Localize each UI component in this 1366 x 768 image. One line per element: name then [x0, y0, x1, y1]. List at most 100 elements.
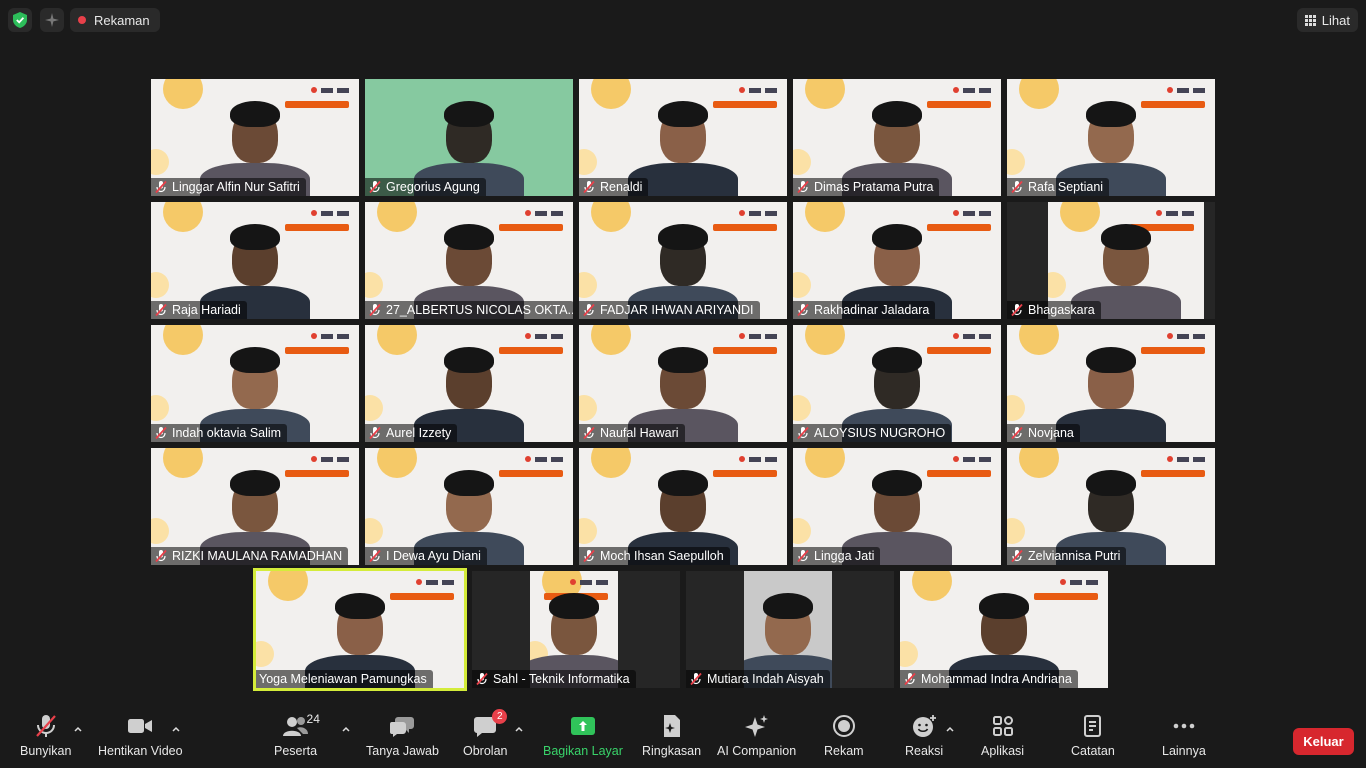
background-decoration	[1019, 79, 1059, 109]
ai-companion-button[interactable]: AI Companion	[717, 714, 796, 758]
virtual-background-banner	[713, 101, 777, 108]
mic-muted-icon	[583, 549, 595, 563]
summary-label: Ringkasan	[642, 744, 702, 758]
participant-video-tile[interactable]: Yoga Meleniawan Pamungkas	[253, 568, 467, 691]
virtual-background-logos	[1167, 333, 1205, 339]
participant-video-tile[interactable]: Indah oktavia Salim	[151, 325, 359, 442]
virtual-background-banner	[1141, 347, 1205, 354]
virtual-background-banner	[285, 101, 349, 108]
participant-name-tag: Rafa Septiani	[1007, 178, 1110, 196]
participant-hair	[872, 470, 922, 496]
apps-icon	[992, 716, 1013, 736]
virtual-background-banner	[1141, 101, 1205, 108]
background-decoration	[805, 325, 845, 355]
participant-video-tile[interactable]: Aurel Izzety	[365, 325, 573, 442]
chat-button[interactable]: 2 Obrolan	[463, 709, 507, 758]
reactions-label: Reaksi	[905, 744, 944, 758]
summary-button[interactable]: Ringkasan	[642, 714, 701, 758]
participant-name: Novjana	[1028, 426, 1074, 440]
chat-options-chevron-icon[interactable]	[514, 724, 524, 734]
notes-button[interactable]: Catatan	[1071, 714, 1115, 758]
share-screen-icon	[570, 717, 595, 735]
reactions-options-chevron-icon[interactable]	[945, 724, 955, 734]
mic-muted-icon	[476, 672, 488, 686]
share-screen-button[interactable]: Bagikan Layar	[543, 714, 623, 758]
background-decoration	[793, 518, 811, 544]
view-button[interactable]: Lihat	[1296, 8, 1358, 32]
virtual-background-logos	[739, 333, 777, 339]
stop-video-button[interactable]: Hentikan Video	[98, 714, 183, 758]
mic-muted-icon	[797, 303, 809, 317]
virtual-background-logos	[311, 210, 349, 216]
participant-video-tile[interactable]: RIZKI MAULANA RAMADHAN	[151, 448, 359, 565]
virtual-background-logos	[311, 87, 349, 93]
participant-name-tag: Zelviannisa Putri	[1007, 547, 1127, 565]
participant-video-tile[interactable]: I Dewa Ayu Diani	[365, 448, 573, 565]
participant-name: Zelviannisa Putri	[1028, 549, 1121, 563]
participant-name-tag: Lingga Jati	[793, 547, 881, 565]
virtual-background-banner	[499, 347, 563, 354]
participant-video-tile[interactable]: Rafa Septiani	[1007, 79, 1215, 196]
participant-video-tile[interactable]: Novjana	[1007, 325, 1215, 442]
audio-options-chevron-icon[interactable]	[73, 724, 83, 734]
unmute-button[interactable]: Bunyikan	[20, 714, 71, 758]
summary-document-icon	[663, 715, 680, 737]
participant-video-tile[interactable]: 27_ALBERTUS NICOLAS OKTA...	[365, 202, 573, 319]
participant-video-tile[interactable]: Gregorius Agung	[365, 79, 573, 196]
participant-video-tile[interactable]: Bhagaskara	[1007, 202, 1215, 319]
recording-indicator[interactable]: Rekaman	[70, 8, 160, 32]
virtual-background-banner	[927, 470, 991, 477]
virtual-background-banner	[713, 224, 777, 231]
participant-video-tile[interactable]: Lingga Jati	[793, 448, 1001, 565]
participant-hair	[230, 101, 280, 127]
participant-name: Rafa Septiani	[1028, 180, 1104, 194]
participant-hair	[658, 101, 708, 127]
virtual-background-logos	[739, 456, 777, 462]
apps-button[interactable]: Aplikasi	[981, 714, 1024, 758]
virtual-background-banner	[285, 470, 349, 477]
participant-video-tile[interactable]: Zelviannisa Putri	[1007, 448, 1215, 565]
participant-video-tile[interactable]: Naufal Hawari	[579, 325, 787, 442]
participant-name-tag: Mohammad Indra Andriana	[900, 670, 1078, 688]
participant-name-tag: Gregorius Agung	[365, 178, 486, 196]
participant-hair	[444, 101, 494, 127]
mic-muted-icon	[690, 672, 702, 686]
participant-video-tile[interactable]: Raja Hariadi	[151, 202, 359, 319]
participant-video-tile[interactable]: Sahl - Teknik Informatika	[472, 571, 680, 688]
qa-label: Tanya Jawab	[366, 744, 439, 758]
recording-dot-icon	[78, 16, 86, 24]
participant-video-tile[interactable]: Mutiara Indah Aisyah	[686, 571, 894, 688]
participant-hair	[230, 224, 280, 250]
virtual-background-logos	[953, 456, 991, 462]
virtual-background-banner	[390, 593, 454, 600]
participant-video-tile[interactable]: Linggar Alfin Nur Safitri	[151, 79, 359, 196]
background-decoration	[268, 571, 308, 601]
participant-name-tag: Sahl - Teknik Informatika	[472, 670, 636, 688]
participant-hair	[979, 593, 1029, 619]
leave-button[interactable]: Keluar	[1293, 728, 1354, 755]
record-button[interactable]: Rekam	[824, 714, 864, 758]
participants-options-chevron-icon[interactable]	[341, 724, 351, 734]
participant-video-tile[interactable]: FADJAR IHWAN ARIYANDI	[579, 202, 787, 319]
sparkle-icon[interactable]	[40, 8, 64, 32]
participant-video-tile[interactable]: ALOYSIUS NUGROHO	[793, 325, 1001, 442]
security-shield-icon[interactable]	[8, 8, 32, 32]
participant-name-tag: Linggar Alfin Nur Safitri	[151, 178, 306, 196]
participants-button[interactable]: 24 Peserta	[274, 712, 320, 758]
more-button[interactable]: Lainnya	[1162, 714, 1206, 758]
participant-video-tile[interactable]: Mohammad Indra Andriana	[900, 571, 1108, 688]
participant-video-tile[interactable]: Moch Ihsan Saepulloh	[579, 448, 787, 565]
qa-button[interactable]: Tanya Jawab	[366, 714, 439, 758]
participant-hair	[1086, 101, 1136, 127]
participant-video-tile[interactable]: Dimas Pratama Putra	[793, 79, 1001, 196]
participant-video-tile[interactable]: Rakhadinar Jaladara	[793, 202, 1001, 319]
participant-video-tile[interactable]: Renaldi	[579, 79, 787, 196]
video-options-chevron-icon[interactable]	[171, 724, 181, 734]
virtual-background-logos	[570, 579, 608, 585]
participant-name: 27_ALBERTUS NICOLAS OKTA...	[386, 303, 573, 317]
reactions-button[interactable]: Reaksi	[905, 714, 943, 758]
participant-name-tag: Yoga Meleniawan Pamungkas	[256, 670, 433, 688]
meeting-toolbar: Bunyikan Hentikan Video 24 Peserta Tanya…	[0, 706, 1366, 768]
background-decoration	[591, 448, 631, 478]
participant-hair	[230, 347, 280, 373]
